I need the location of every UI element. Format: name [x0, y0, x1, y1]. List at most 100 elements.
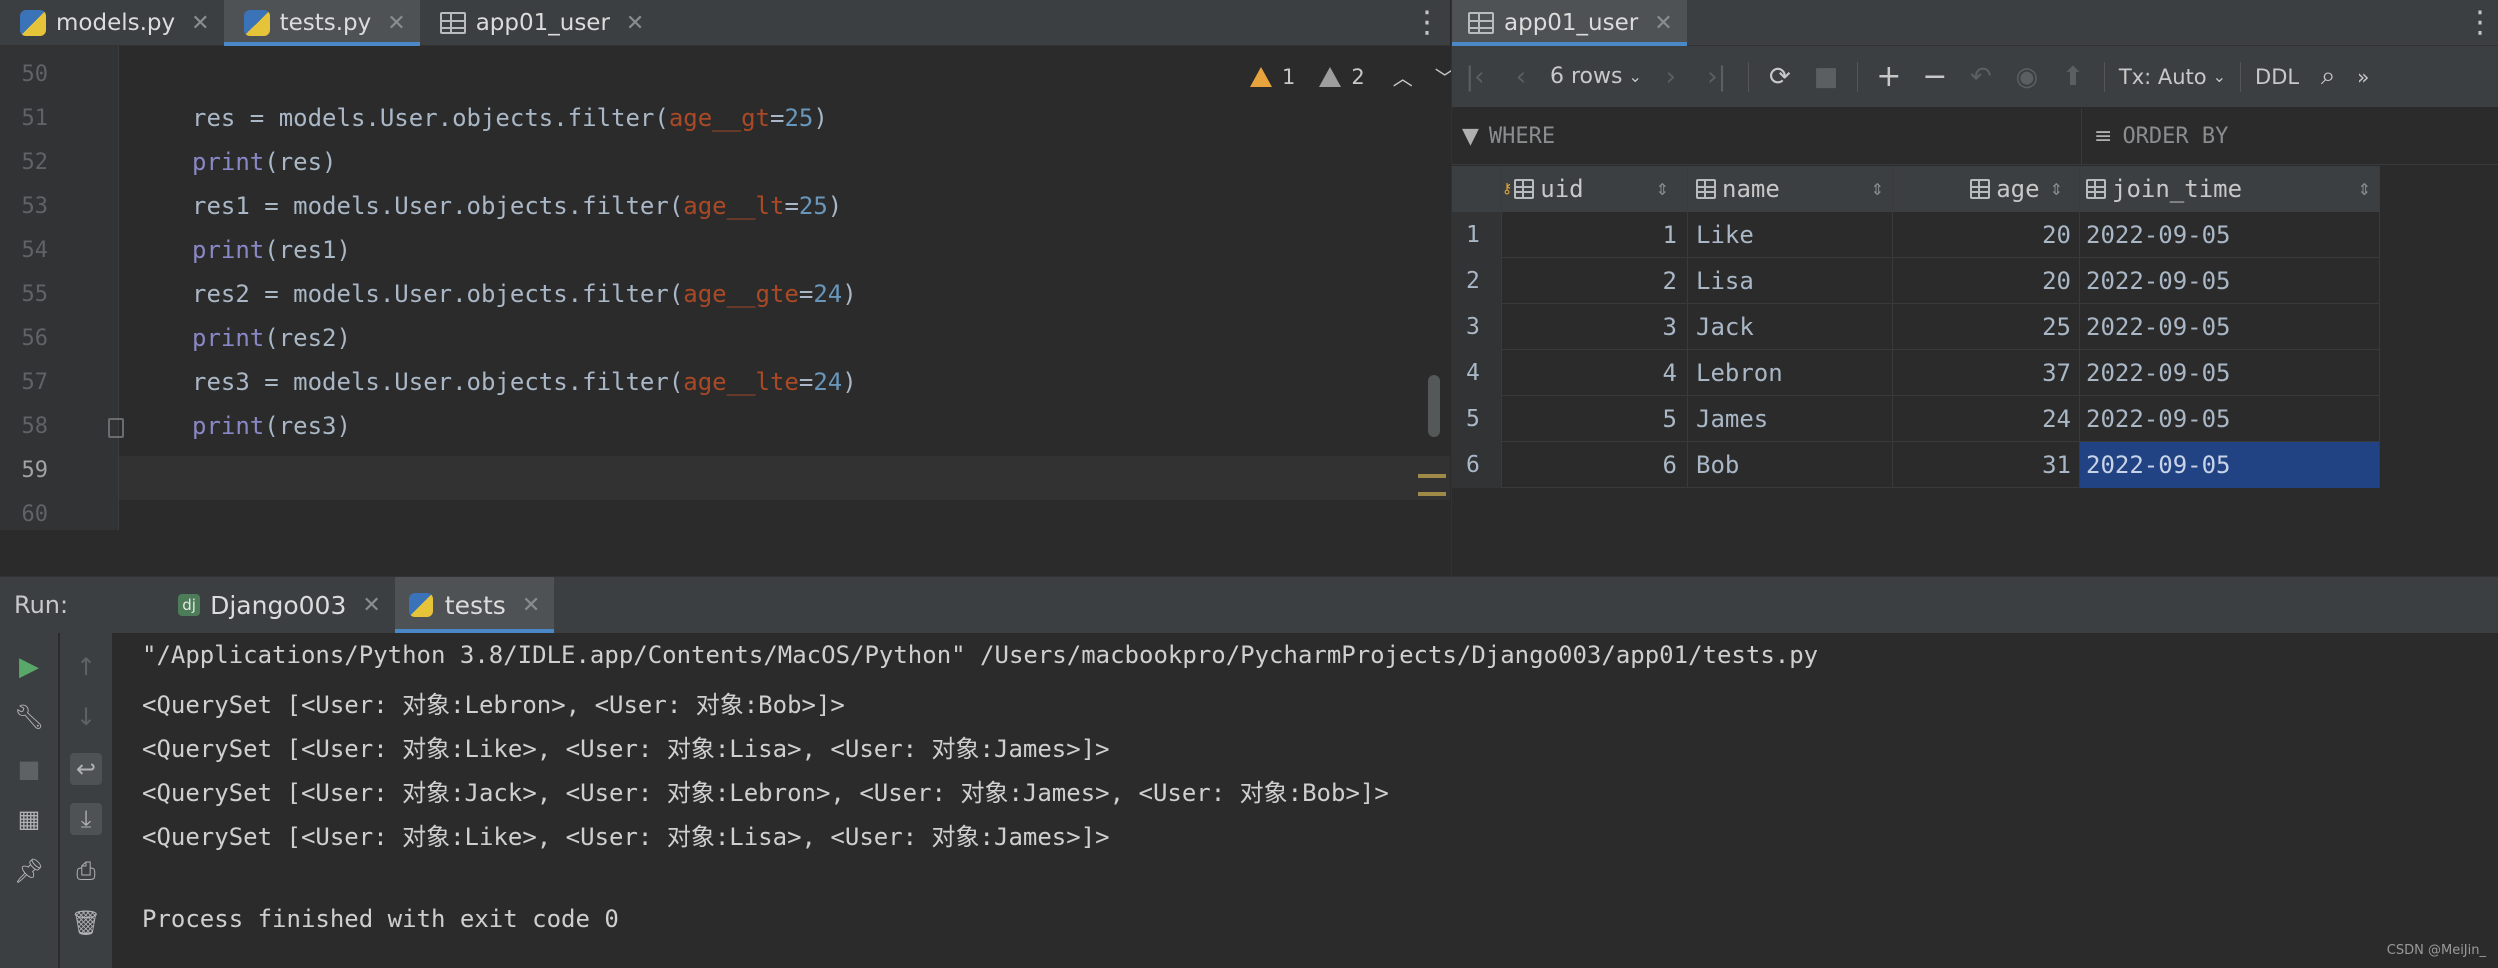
print-icon[interactable]: ⎙ — [70, 855, 102, 887]
row-number[interactable]: 2 — [1452, 258, 1502, 304]
more-options-icon[interactable]: ⋮ — [1412, 0, 1442, 46]
fold-marker-icon[interactable] — [108, 418, 124, 438]
cell-uid[interactable]: 3 — [1502, 304, 1688, 350]
cell-age[interactable]: 20 — [1893, 258, 2080, 304]
cell-join-time[interactable]: 2022-09-05 — [2080, 212, 2380, 258]
soft-wrap-icon[interactable]: ↩ — [70, 753, 102, 785]
cell-join-time[interactable]: 2022-09-05 — [2080, 258, 2380, 304]
add-row-icon[interactable]: + — [1866, 46, 1912, 108]
code-line-55[interactable]: res2 = models.User.objects.filter(age__g… — [192, 280, 857, 308]
warning-marker[interactable] — [1418, 474, 1446, 478]
revert-icon[interactable]: ↶ — [1958, 46, 2004, 108]
close-icon[interactable]: ✕ — [362, 593, 380, 618]
sort-toggle-icon[interactable]: ⇕ — [2040, 180, 2071, 199]
close-icon[interactable]: ✕ — [1654, 11, 1672, 36]
cell-join-time[interactable]: 2022-09-05 — [2080, 350, 2380, 396]
up-arrow-icon[interactable]: ↑ — [70, 651, 102, 683]
down-arrow-icon[interactable]: ↓ — [70, 701, 102, 733]
cell-age[interactable]: 20 — [1893, 212, 2080, 258]
preview-changes-icon[interactable]: ◉ — [2004, 46, 2050, 108]
warning-marker[interactable] — [1418, 492, 1446, 496]
trash-icon[interactable]: 🗑︎ — [70, 907, 102, 939]
tab-app01-user-table[interactable]: app01_user ✕ — [1452, 0, 1687, 46]
cell-uid[interactable]: 6 — [1502, 442, 1688, 488]
last-page-icon[interactable]: ›| — [1694, 46, 1740, 108]
where-filter-input[interactable]: ▼ WHERE — [1452, 108, 2082, 165]
cell-age[interactable]: 25 — [1893, 304, 2080, 350]
cell-name[interactable]: Bob — [1688, 442, 1893, 488]
table-row[interactable]: 1 1 Like 20 2022-09-05 — [1452, 212, 2380, 258]
more-options-icon[interactable]: ⋮ — [2465, 0, 2495, 46]
scroll-to-end-icon[interactable]: ⤓ — [70, 803, 102, 835]
close-icon[interactable]: ✕ — [387, 11, 405, 36]
cell-uid[interactable]: 1 — [1502, 212, 1688, 258]
layout-icon[interactable]: ▦ — [13, 803, 45, 835]
cell-age[interactable]: 37 — [1893, 350, 2080, 396]
cell-name[interactable]: Lisa — [1688, 258, 1893, 304]
column-header-uid[interactable]: ⚷ uid ⇕ — [1502, 166, 1688, 212]
table-row[interactable]: 6 6 Bob 31 2022-09-05 — [1452, 442, 2380, 488]
row-number[interactable]: 4 — [1452, 350, 1502, 396]
column-header-join-time[interactable]: join_time ⇕ — [2080, 166, 2380, 212]
reload-icon[interactable]: ⟳ — [1757, 46, 1803, 108]
code-line-53[interactable]: res1 = models.User.objects.filter(age__l… — [192, 192, 842, 220]
submit-icon[interactable]: ⬆ — [2050, 46, 2096, 108]
row-number[interactable]: 1 — [1452, 212, 1502, 258]
table-row[interactable]: 4 4 Lebron 37 2022-09-05 — [1452, 350, 2380, 396]
table-row[interactable]: 3 3 Jack 25 2022-09-05 — [1452, 304, 2380, 350]
tab-django003[interactable]: dj Django003 ✕ — [164, 577, 395, 633]
cell-age[interactable]: 31 — [1893, 442, 2080, 488]
cell-join-time[interactable]: 2022-09-05 — [2080, 396, 2380, 442]
row-number[interactable]: 6 — [1452, 442, 1502, 488]
cell-uid[interactable]: 5 — [1502, 396, 1688, 442]
cell-join-time-selected[interactable]: 2022-09-05 — [2080, 442, 2380, 488]
code-line-56[interactable]: print(res2) — [192, 324, 351, 352]
sort-toggle-icon[interactable]: ⇕ — [2348, 180, 2379, 199]
code-line-57[interactable]: res3 = models.User.objects.filter(age__l… — [192, 368, 857, 396]
editor-scrollbar[interactable] — [1428, 375, 1440, 437]
cell-join-time[interactable]: 2022-09-05 — [2080, 304, 2380, 350]
rerun-icon[interactable]: ▶ — [13, 651, 45, 683]
cell-name[interactable]: Lebron — [1688, 350, 1893, 396]
column-header-name[interactable]: name ⇕ — [1688, 166, 1893, 212]
rows-count-dropdown[interactable]: 6 rows ⌄ — [1544, 46, 1648, 108]
tab-tests-py[interactable]: tests.py ✕ — [223, 0, 420, 46]
stop-icon[interactable]: ■ — [1803, 46, 1849, 108]
row-number[interactable]: 3 — [1452, 304, 1502, 350]
transaction-mode-dropdown[interactable]: Tx: Auto ⌄ — [2113, 46, 2232, 108]
more-actions-icon[interactable]: » — [2351, 46, 2375, 108]
wrench-icon[interactable]: 🔧︎ — [13, 701, 45, 733]
order-by-input[interactable]: ≡ ORDER BY — [2082, 109, 2228, 165]
code-line-51[interactable]: res = models.User.objects.filter(age__gt… — [192, 104, 828, 132]
column-header-age[interactable]: age ⇕ — [1893, 166, 2080, 212]
first-page-icon[interactable]: |‹ — [1452, 46, 1498, 108]
close-icon[interactable]: ✕ — [626, 11, 644, 36]
previous-page-icon[interactable]: ‹ — [1498, 46, 1544, 108]
inspection-widget[interactable]: 1 2 ︿ ﹀ — [1250, 62, 1455, 91]
cell-uid[interactable]: 2 — [1502, 258, 1688, 304]
close-icon[interactable]: ✕ — [191, 11, 209, 36]
stop-icon[interactable]: ■ — [13, 753, 45, 785]
tab-tests[interactable]: tests ✕ — [394, 577, 555, 633]
cell-uid[interactable]: 4 — [1502, 350, 1688, 396]
code-line-58[interactable]: print(res3) — [192, 412, 351, 440]
table-row[interactable]: 5 5 James 24 2022-09-05 — [1452, 396, 2380, 442]
cell-name[interactable]: James — [1688, 396, 1893, 442]
code-line-54[interactable]: print(res1) — [192, 236, 351, 264]
pin-icon[interactable]: 📌︎ — [13, 855, 45, 887]
cell-name[interactable]: Like — [1688, 212, 1893, 258]
sort-toggle-icon[interactable]: ⇕ — [1861, 180, 1892, 199]
close-icon[interactable]: ✕ — [522, 593, 540, 618]
sort-toggle-icon[interactable]: ⇕ — [1646, 180, 1677, 199]
search-icon[interactable]: ⌕ — [2305, 46, 2351, 108]
tab-app01-user[interactable]: app01_user ✕ — [420, 0, 659, 46]
ddl-button[interactable]: DDL — [2249, 46, 2305, 108]
cell-name[interactable]: Jack — [1688, 304, 1893, 350]
row-number[interactable]: 5 — [1452, 396, 1502, 442]
cell-age[interactable]: 24 — [1893, 396, 2080, 442]
tab-models-py[interactable]: models.py ✕ — [0, 0, 224, 46]
delete-row-icon[interactable]: − — [1912, 46, 1958, 108]
previous-highlight-icon[interactable]: ︿ — [1393, 62, 1413, 91]
code-line-52[interactable]: print(res) — [192, 148, 337, 176]
table-row[interactable]: 2 2 Lisa 20 2022-09-05 — [1452, 258, 2380, 304]
